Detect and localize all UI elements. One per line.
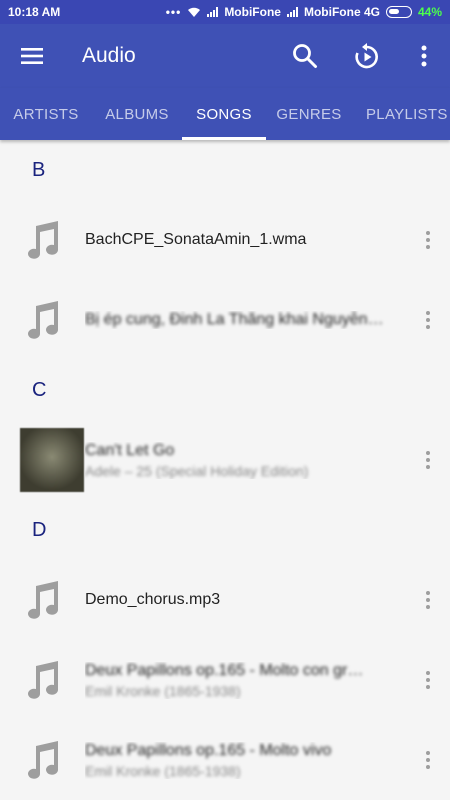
music-note-icon (27, 221, 58, 259)
music-note-icon (27, 741, 58, 779)
more-vert-icon (426, 591, 430, 609)
more-vert-icon (426, 671, 430, 689)
replay-button[interactable] (336, 24, 398, 88)
song-more-button[interactable] (406, 560, 450, 640)
song-title: BachCPE_SonataAmin_1.wma (85, 231, 307, 248)
song-subtitle: Emil Kronke (1865-1938) (85, 762, 241, 779)
more-vert-icon (426, 311, 430, 329)
music-note-icon (27, 581, 58, 619)
signal-icon (207, 7, 219, 17)
song-title: Bị ép cung, Đinh La Thăng khai Nguyễn… (85, 311, 384, 328)
section-header-c: C (32, 378, 47, 401)
song-row[interactable]: Deux Papillons op.165 - Molto con gr… Em… (0, 640, 450, 720)
carrier-1: MobiFone (224, 5, 281, 19)
status-time: 10:18 AM (8, 5, 61, 19)
app-bar: Audio (0, 24, 450, 88)
album-art (20, 428, 84, 492)
song-more-button[interactable] (406, 720, 450, 800)
song-more-button[interactable] (406, 640, 450, 720)
song-subtitle: Adele – 25 (Special Holiday Edition) (85, 462, 309, 479)
tab-songs[interactable]: SONGS (182, 88, 266, 140)
song-more-button[interactable] (406, 420, 450, 500)
search-icon (293, 44, 317, 68)
song-row[interactable]: Bị ép cung, Đinh La Thăng khai Nguyễn… (0, 280, 450, 360)
carrier-2: MobiFone 4G (303, 5, 380, 19)
tab-albums[interactable]: ALBUMS (92, 88, 182, 140)
song-row[interactable]: Deux Papillons op.165 - Molto vivo Emil … (0, 720, 450, 800)
tab-genres[interactable]: GENRES (266, 88, 352, 140)
song-row[interactable]: Demo_chorus.mp3 (0, 560, 450, 640)
battery-icon (385, 6, 412, 18)
signal-icon (286, 7, 298, 17)
songs-list[interactable]: B BachCPE_SonataAmin_1.wma Bị ép cung, Đ… (0, 140, 450, 800)
music-note-icon (27, 661, 58, 699)
wifi-icon (188, 7, 201, 17)
song-row[interactable]: BachCPE_SonataAmin_1.wma (0, 200, 450, 280)
song-more-button[interactable] (406, 280, 450, 360)
menu-button[interactable] (0, 24, 64, 88)
song-title: Deux Papillons op.165 - Molto vivo (85, 741, 332, 759)
replay-icon (355, 43, 378, 69)
song-more-button[interactable] (406, 200, 450, 280)
more-vert-icon (426, 231, 430, 249)
more-options-button[interactable] (398, 24, 450, 88)
page-title: Audio (82, 44, 136, 67)
more-vert-icon (421, 45, 427, 67)
music-note-icon (27, 301, 58, 339)
search-button[interactable] (274, 24, 336, 88)
status-bar: 10:18 AM ••• MobiFone MobiFone 4G 44% (0, 0, 450, 24)
song-subtitle: Emil Kronke (1865-1938) (85, 682, 241, 699)
song-title: Deux Papillons op.165 - Molto con gr… (85, 661, 364, 679)
notification-dots-icon: ••• (165, 5, 182, 19)
more-vert-icon (426, 451, 430, 469)
menu-icon (21, 48, 43, 64)
tab-artists[interactable]: ARTISTS (0, 88, 92, 140)
section-header-b: B (32, 158, 46, 181)
more-vert-icon (426, 751, 430, 769)
section-header-d: D (32, 518, 47, 541)
tab-playlists[interactable]: PLAYLISTS (352, 88, 450, 140)
tab-bar: ARTISTS ALBUMS SONGS GENRES PLAYLISTS (0, 88, 450, 140)
song-row[interactable]: Can't Let Go Adele – 25 (Special Holiday… (0, 420, 450, 500)
battery-percent: 44% (417, 5, 442, 19)
song-title: Demo_chorus.mp3 (85, 591, 221, 608)
song-title: Can't Let Go (85, 441, 175, 459)
